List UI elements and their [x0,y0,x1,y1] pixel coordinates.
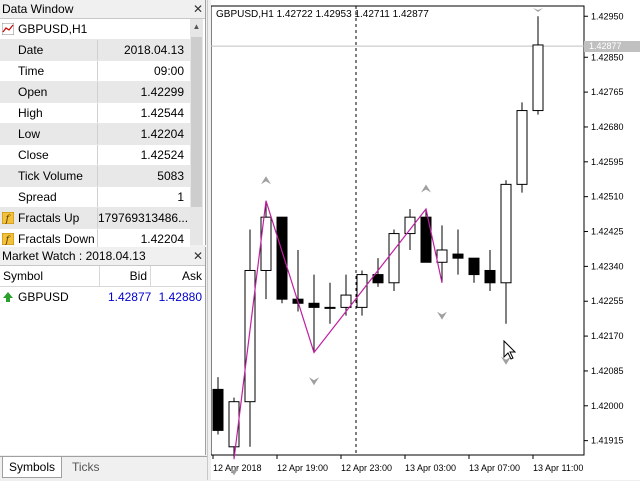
ask-column-header[interactable]: Ask [151,266,205,286]
data-window-row: Spread 1 [0,187,190,208]
price-tick-label: 1.42085 [591,366,624,376]
price-tick-label: 1.42850 [591,52,624,62]
data-window-title: Data Window [2,2,74,16]
chart-info: GBPUSD,H1 1.42722 1.42953 1.42711 1.4287… [216,9,429,20]
bottom-tabs: Symbols Ticks [0,456,207,481]
data-window-row: Tick Volume 5083 [0,166,190,187]
symbol-column-header[interactable]: Symbol [0,266,100,286]
data-window-table: GBPUSD,H1 Date 2018.04.13 Time 09:00 Open 1.4… [0,19,190,250]
candle-body [532,44,544,112]
market-watch-bid: 1.42877 [107,290,152,304]
price-tick-label: 1.42170 [591,331,624,341]
market-watch-ask: 1.42880 [158,290,202,304]
data-window-row: Date 2018.04.13 [0,40,190,61]
data-window-value: 5083 [98,166,190,186]
market-watch-symbol-cell: GBPUSD [0,287,106,307]
data-window-key: Tick Volume [0,166,98,186]
data-window: Data Window ✕ GBPUSD,H1 Date 2018.04.13 Ti… [0,0,206,250]
data-window-row: Open 1.42299 [0,82,190,103]
price-tick-label: 1.42595 [591,157,624,167]
data-window-symbol-row: GBPUSD,H1 [0,19,190,40]
time-tick-label: 12 Apr 19:00 [277,463,328,473]
market-watch-title: Market Watch : 2018.04.13 [2,249,146,263]
data-window-symbol: GBPUSD,H1 [0,19,190,39]
data-window-row: f Fractals Up 179769313486... [0,208,190,229]
data-window-value: 09:00 [98,61,190,81]
price-tick-label: 1.42680 [591,122,624,132]
data-window-row: High 1.42544 [0,103,190,124]
market-watch-row[interactable]: GBPUSD 1.42877 1.42880 [0,287,205,307]
up-arrow-icon [3,292,13,302]
candle-body [484,269,496,284]
candle-body [244,269,256,403]
data-window-value: 1.42299 [98,82,190,102]
candle-body [516,110,528,185]
data-window-value: 1.42204 [98,229,190,249]
close-icon[interactable]: ✕ [191,0,205,18]
scroll-up-icon[interactable]: ▲ [190,19,203,35]
price-chart[interactable]: 1.42950 1.42850 1.42765 1.42680 1.42595 1.425… [211,0,640,480]
time-tick-label: 13 Apr 11:00 [533,463,583,473]
data-window-row: Low 1.42204 [0,124,190,145]
price-tick-label: 1.42765 [591,87,624,97]
candle-body [436,249,448,263]
scroll-thumb[interactable] [191,37,202,207]
candle-body [500,183,512,284]
data-window-row: Close 1.42524 [0,145,190,166]
market-watch: Market Watch : 2018.04.13 ✕ Symbol Bid A… [0,247,206,455]
bid-column-header[interactable]: Bid [100,266,151,286]
price-tick-label: 1.42000 [591,401,624,411]
data-window-key: Low [0,124,98,144]
data-window-key: Spread [0,187,98,207]
price-tick-label: 1.42255 [591,296,624,306]
data-window-row: Time 09:00 [0,61,190,82]
data-window-value: 2018.04.13 [98,40,190,60]
data-window-key: Open [0,82,98,102]
tab-ticks[interactable]: Ticks [66,457,106,477]
data-window-value: 1 [98,187,190,207]
data-window-key: Fractals Up [0,208,98,228]
left-panel: Data Window ✕ GBPUSD,H1 Date 2018.04.13 Ti… [0,0,207,481]
data-window-key: Fractals Down [0,229,98,249]
candlestick-chart[interactable]: 1.42950 1.42850 1.42765 1.42680 1.42595 1.425… [211,0,640,480]
candle-body [340,294,352,308]
chart-icon [2,23,14,35]
data-window-key: Close [0,145,98,165]
market-watch-symbol: GBPUSD [18,290,69,304]
data-window-key: Time [0,61,98,81]
candle-body [468,257,480,276]
time-tick-label: 12 Apr 2018 [213,463,262,473]
candle-body [324,306,336,309]
price-tick-label: 1.41915 [591,436,624,446]
price-tick-label: 1.42950 [591,11,624,21]
data-window-titlebar[interactable]: Data Window ✕ [0,0,205,19]
data-window-key: Date [0,40,98,60]
function-icon: f [2,212,14,224]
close-icon[interactable]: ✕ [191,247,205,265]
data-window-key: High [0,103,98,123]
data-window-value: 1.42204 [98,124,190,144]
tab-symbols[interactable]: Symbols [2,457,63,478]
time-tick-label: 13 Apr 07:00 [469,463,520,473]
price-tick-label: 1.42425 [591,227,624,237]
price-tick-label: 1.42510 [591,192,624,202]
data-window-value: 1.42524 [98,145,190,165]
time-tick-label: 13 Apr 03:00 [405,463,456,473]
time-tick-label: 12 Apr 23:00 [341,463,392,473]
market-watch-titlebar[interactable]: Market Watch : 2018.04.13 ✕ [0,247,205,266]
candle-body [308,302,320,308]
candle-body [228,401,240,448]
function-icon: f [2,233,14,245]
candle-body [452,253,464,259]
data-window-value: 1.42544 [98,103,190,123]
market-watch-header: Symbol Bid Ask [0,266,205,287]
candle-body [388,233,400,284]
data-window-scrollbar[interactable]: ▲ [190,19,203,245]
candle-body [212,388,224,431]
data-window-value: 179769313486... [98,208,190,228]
candle-body [276,216,288,300]
current-price-label: 1.42877 [584,41,640,53]
price-tick-label: 1.42340 [591,261,624,271]
